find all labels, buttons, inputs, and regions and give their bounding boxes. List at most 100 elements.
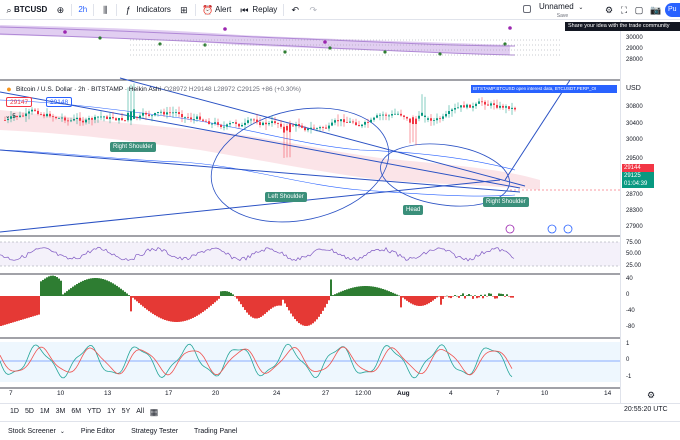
histogram-bar [396,294,398,296]
open-interest-banner[interactable]: BITSTAMP:BTCUSD open interest data, BTCU… [471,85,617,93]
bid-price-button[interactable]: 29147 [6,97,33,107]
candle-body [256,119,258,123]
redo-button[interactable]: ↷ [304,0,322,20]
candle-body [226,124,228,127]
chart-area[interactable] [0,20,680,403]
candle-body [37,110,39,114]
gear-icon[interactable]: ⚙ [646,390,656,400]
tab-strategy-tester[interactable]: Strategy Tester [123,428,186,435]
calendar-icon[interactable]: ▦ [149,407,159,417]
candle-body [496,104,498,108]
toolbar-divider [71,3,73,16]
range-5y[interactable]: 5Y [119,408,134,415]
time-axis[interactable]: 7 10 13 17 20 24 27 12:00 Aug 4 7 10 14 [0,388,620,401]
tab-trading-panel[interactable]: Trading Panel [186,428,245,435]
pattern-label-right-shoulder[interactable]: Right Shoulder [110,142,156,152]
histogram-bar [256,296,258,319]
symbol-search[interactable]: ⌕ BTCUSD [0,0,51,20]
histogram-bar [486,296,488,297]
candle-body [166,112,168,115]
candle-body [133,109,135,119]
histogram-bar [232,294,234,296]
candle-body [139,115,141,118]
interval-selector[interactable]: 2h [74,0,91,20]
chart-type-button[interactable]: ⫼ [96,0,114,20]
range-1y[interactable]: 1Y [104,408,119,415]
candle-body [442,116,444,119]
layout-checkbox[interactable] [523,5,531,13]
range-ytd[interactable]: YTD [84,408,104,415]
range-1d[interactable]: 1D [7,408,22,415]
alert-button[interactable]: ⏰ Alert [198,0,235,20]
indicators-count[interactable]: ⌄ 5 [5,112,16,120]
chart-legend[interactable]: ● Bitcoin / U.S. Dollar · 2h · BITSTAMP … [4,84,301,94]
histogram-bar [184,296,186,321]
histogram-bar [152,296,154,314]
grid-icon: ⊞ [180,4,188,15]
candle-body [490,103,492,106]
undo-button[interactable]: ↶ [286,0,304,20]
camera-icon[interactable]: 📷 [650,5,661,15]
templates-button[interactable]: ⊞ [175,0,193,20]
pattern-label-right-shoulder[interactable]: Right Shoulder [483,197,529,207]
toolbar-divider [194,3,196,16]
range-6m[interactable]: 6M [68,408,84,415]
range-3m[interactable]: 3M [53,408,69,415]
time-tick: 13 [104,390,112,397]
candle-body [130,111,132,121]
histogram-bar [446,295,448,297]
histogram-bar [76,284,78,296]
candle-body [40,113,42,115]
toolbar-divider [93,3,95,16]
publish-button[interactable]: Pu [665,3,680,17]
histogram-bar [208,296,210,308]
candle-body [454,108,456,110]
histogram-bar [392,292,394,296]
candle-body [448,111,450,114]
layout-name[interactable]: Unnamed ⌄ Save [523,2,586,19]
histogram-bar [456,295,458,297]
settings-icon[interactable]: ⚙ [604,5,614,15]
tab-label: Stock Screener [8,427,56,435]
candle-body [409,118,411,123]
candle-body [16,115,18,118]
indicators-button[interactable]: ƒ Indicators [119,0,175,20]
price-scale-label: 28700 [626,192,643,198]
histogram-bar [258,296,260,318]
time-tick: 12:00 [355,390,372,397]
histogram-bar [94,278,96,296]
candle-body [295,124,297,127]
tab-pine-editor[interactable]: Pine Editor [73,428,123,435]
candle-body [298,124,300,126]
utc-clock[interactable]: 20:55:20 UTC [624,406,668,413]
histogram-bar [28,296,30,318]
histogram-bar [408,296,410,303]
time-tick: 10 [541,390,549,397]
candle-body [403,115,405,117]
histogram-bar [50,275,52,296]
range-5d[interactable]: 5D [22,408,37,415]
candle-body [376,115,378,118]
histogram-bar [172,296,174,322]
histogram-bar [128,295,130,296]
tab-stock-screener[interactable]: Stock Screener ⌄ [0,428,73,435]
candle-body [238,123,240,127]
pattern-label-left-shoulder[interactable]: Left Shoulder [265,192,307,202]
pattern-label-head[interactable]: Head [403,205,424,215]
pages-icon[interactable]: ▢ [634,5,644,15]
time-tick: 27 [322,390,330,397]
currency-label[interactable]: USD [626,85,641,92]
range-all[interactable]: All [133,408,147,415]
histogram-bar [494,296,496,299]
candle-body [415,118,417,125]
add-symbol-button[interactable]: ⊕ [51,0,69,20]
candle-body [142,112,144,116]
fullscreen-icon[interactable]: ⛶ [619,5,629,15]
histogram-bar [386,290,388,296]
ask-price-button[interactable]: 29148 [46,97,73,107]
undo-icon: ↶ [291,4,300,15]
range-1m[interactable]: 1M [37,408,53,415]
replay-button[interactable]: ⏮ Replay [235,0,281,20]
candle-body [394,113,396,115]
candle-body [505,106,507,108]
